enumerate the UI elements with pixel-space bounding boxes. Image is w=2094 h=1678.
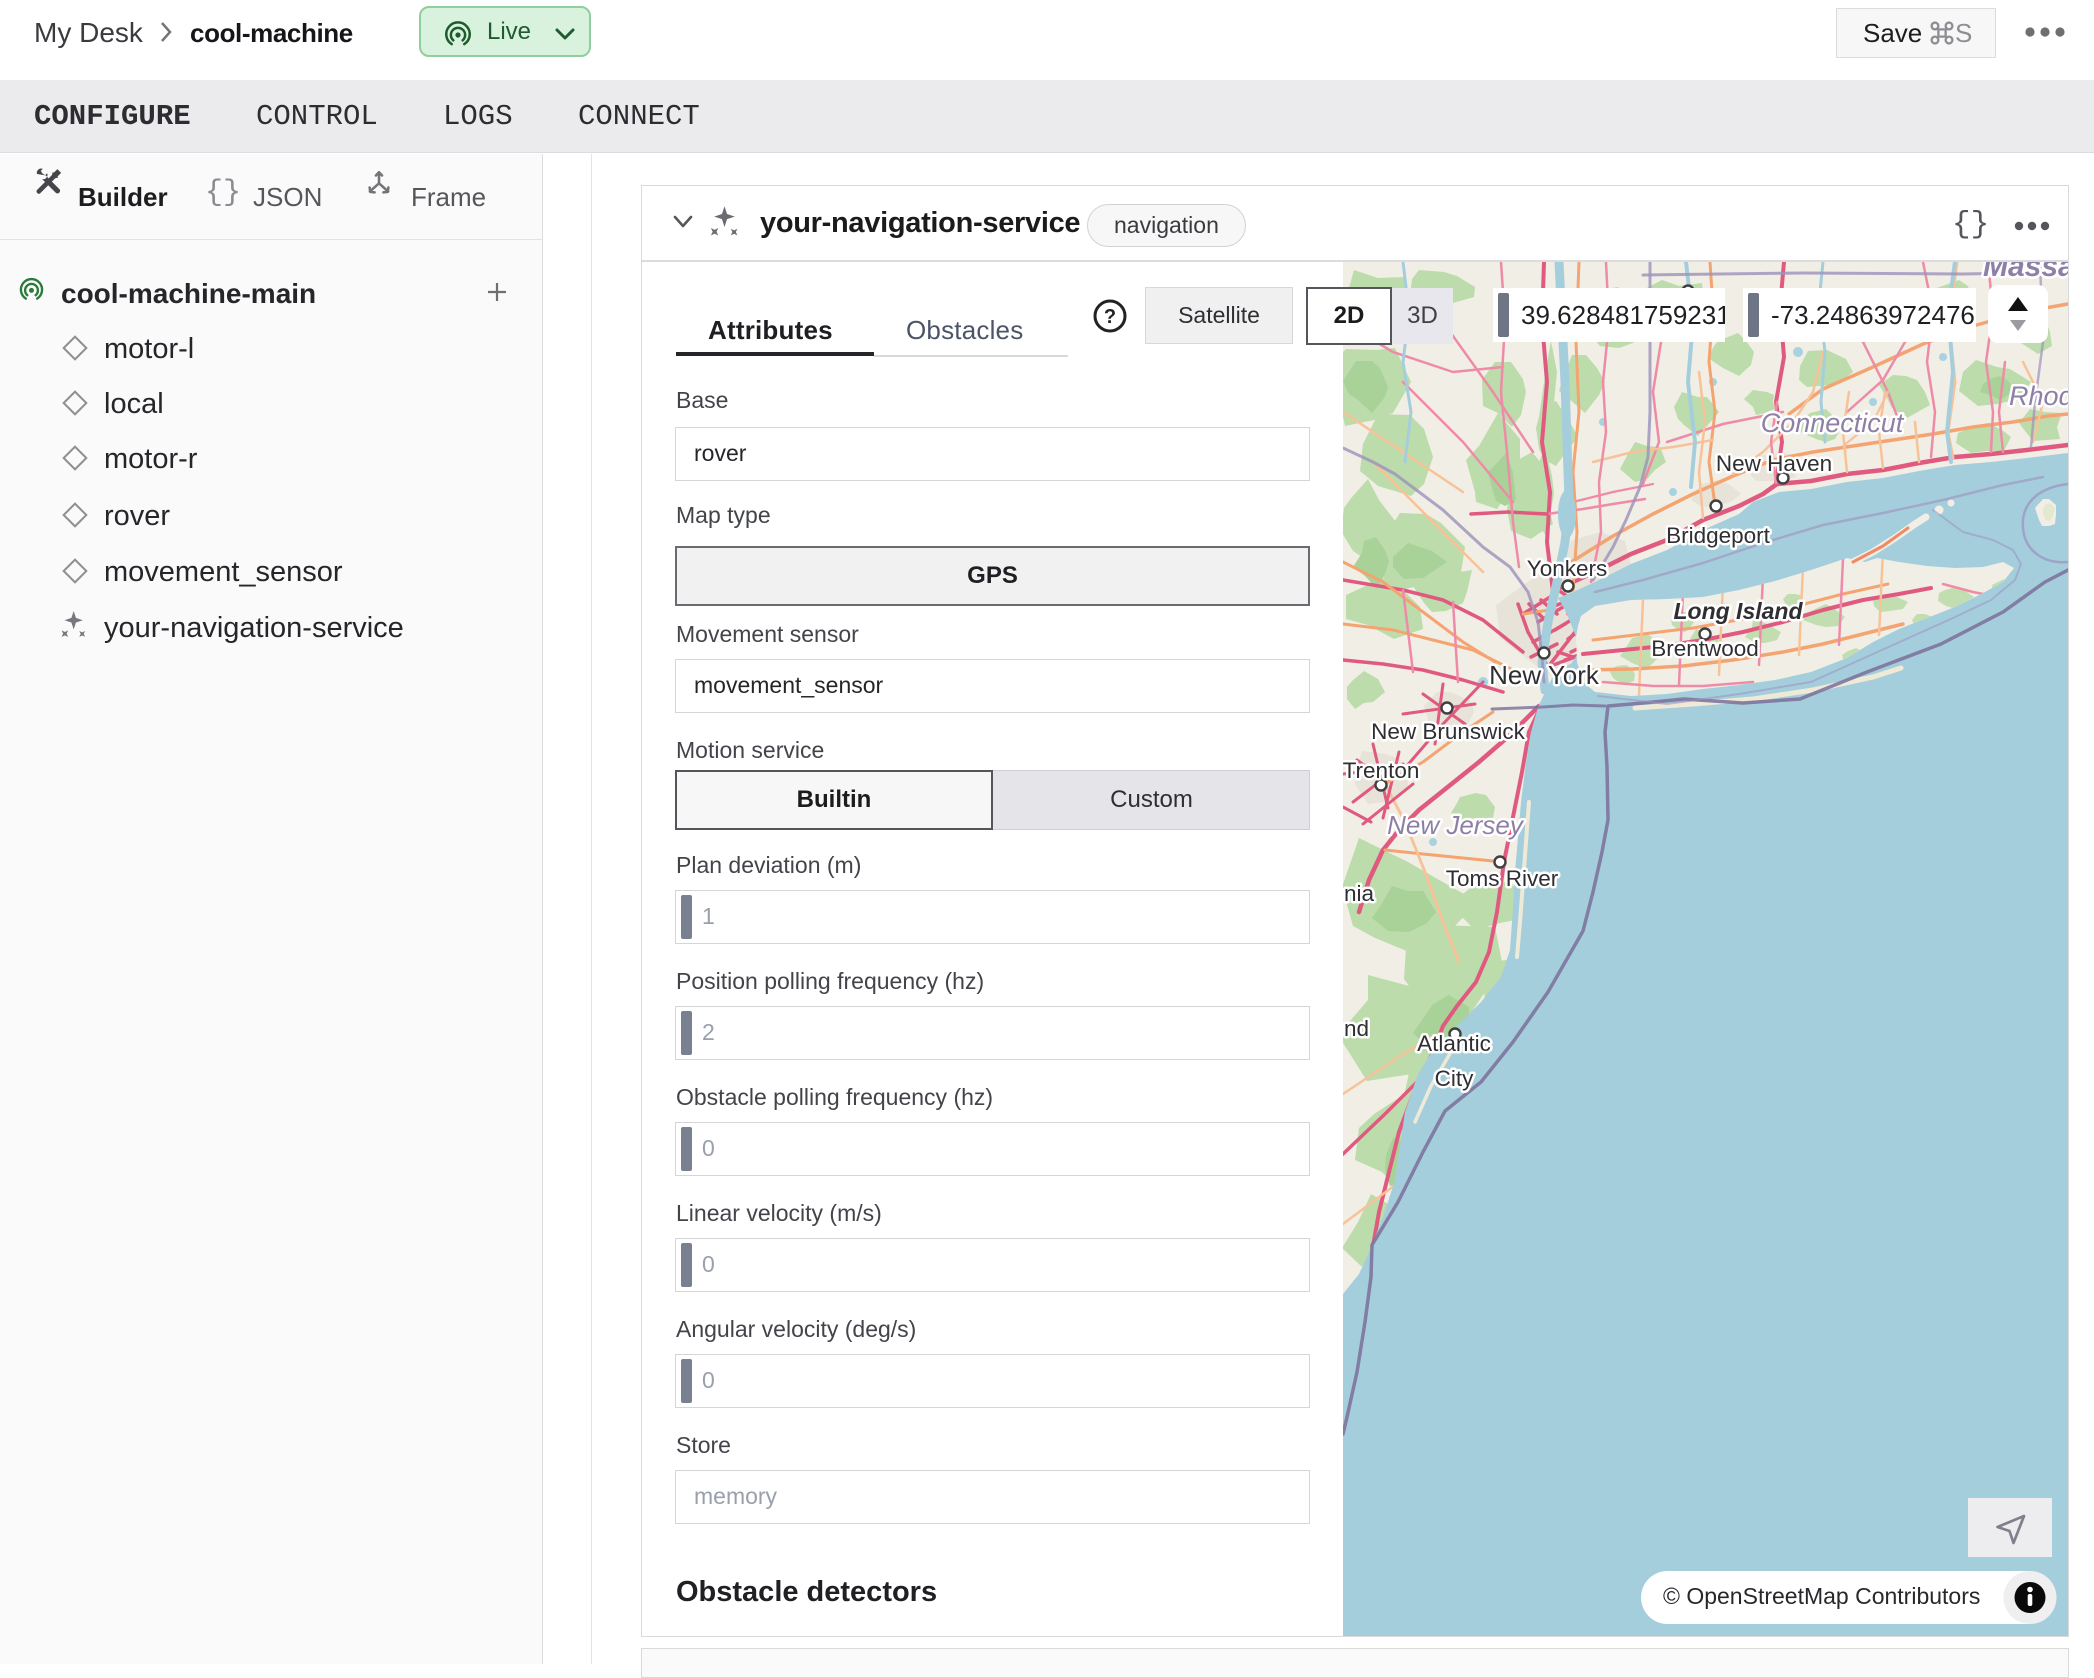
svg-text:City: City (1435, 1066, 1474, 1091)
svg-text:nd: nd (1344, 1016, 1369, 1041)
svg-text:Atlantic: Atlantic (1417, 1031, 1491, 1056)
svg-text:Rhode: Rhode (2009, 381, 2068, 411)
svg-text:Yonkers: Yonkers (1527, 556, 1607, 581)
svg-text:Trenton: Trenton (1343, 758, 1419, 783)
svg-text:Massachu: Massachu (1983, 262, 2068, 283)
svg-text:?: ? (1104, 306, 1116, 328)
svg-text:New Brunswick: New Brunswick (1371, 719, 1526, 744)
svg-text:Connecticut: Connecticut (1761, 408, 1905, 438)
svg-text:New Haven: New Haven (1716, 451, 1832, 476)
svg-text:Toms River: Toms River (1446, 866, 1559, 891)
svg-text:New Jersey: New Jersey (1387, 810, 1525, 840)
svg-text:New York: New York (1489, 660, 1600, 690)
svg-text:Bridgeport: Bridgeport (1666, 523, 1771, 548)
svg-text:Long Island: Long Island (1673, 598, 1803, 624)
svg-text:Brentwood: Brentwood (1651, 636, 1759, 661)
svg-text:nia: nia (1344, 881, 1375, 906)
